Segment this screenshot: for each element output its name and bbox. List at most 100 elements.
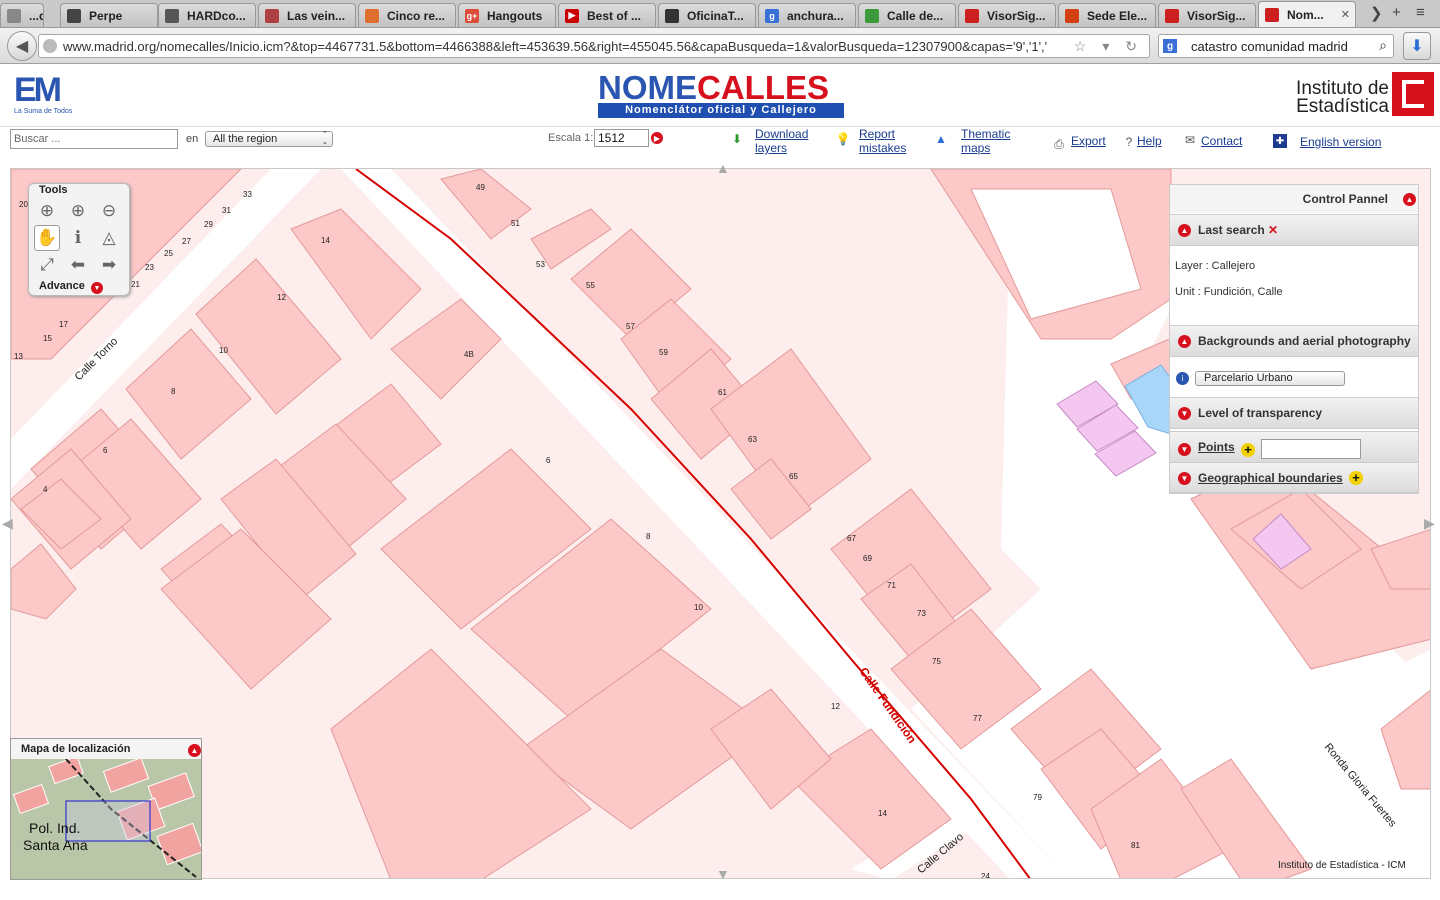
download-line1: Download xyxy=(755,127,809,141)
browser-tab[interactable]: VisorSig... xyxy=(958,3,1056,27)
advance-toggle-icon[interactable]: ▼ xyxy=(91,282,103,294)
region-select[interactable]: All the region xyxy=(205,131,333,147)
svg-text:6: 6 xyxy=(103,446,108,455)
lightbulb-icon: 💡 xyxy=(835,132,851,146)
last-search-header[interactable]: Last search ✕ xyxy=(1170,214,1418,246)
thematic-maps-link[interactable]: Thematic maps xyxy=(961,127,1010,155)
browser-search-box[interactable]: g catastro comunidad madrid ⌕ xyxy=(1158,34,1394,58)
tab-favicon-icon xyxy=(165,8,179,23)
svg-text:59: 59 xyxy=(659,348,668,357)
comunidad-madrid-logo[interactable]: EM La Suma de Todos xyxy=(14,73,80,119)
add-boundaries-icon[interactable]: + xyxy=(1349,471,1363,485)
boundaries-header[interactable]: Geographical boundaries xyxy=(1170,462,1418,493)
browser-tab[interactable]: OficinaT... xyxy=(658,3,756,27)
contact-link[interactable]: Contact xyxy=(1201,134,1242,148)
backgrounds-toggle-icon[interactable]: ▲ xyxy=(1178,335,1191,348)
zoom-box-icon[interactable]: ⊕ xyxy=(34,198,60,224)
new-tab-icon[interactable]: + xyxy=(1392,4,1401,21)
last-search-toggle-icon[interactable]: ▲ xyxy=(1178,224,1191,237)
svg-text:27: 27 xyxy=(182,237,191,246)
svg-text:53: 53 xyxy=(536,260,545,269)
transparency-header[interactable]: Level of transparency xyxy=(1170,397,1418,429)
madrid-flag-icon xyxy=(1392,72,1434,116)
zoom-in-icon[interactable]: ⊕ xyxy=(65,198,91,224)
zoom-out-icon[interactable]: ⊖ xyxy=(96,198,122,224)
svg-text:69: 69 xyxy=(863,554,872,563)
boundaries-toggle-icon[interactable]: ▼ xyxy=(1178,472,1191,485)
tab-label: ...d... xyxy=(29,8,43,23)
svg-text:63: 63 xyxy=(748,435,757,444)
download-arrow-icon[interactable]: ⬇ xyxy=(1403,32,1431,60)
instituto-estadistica-logo[interactable]: Instituto de Estadística xyxy=(1290,72,1435,118)
en-label: en xyxy=(186,133,199,145)
svg-text:75: 75 xyxy=(932,657,941,666)
locator-toggle-icon[interactable]: ▲ xyxy=(188,744,201,757)
pan-right-arrow-icon[interactable]: ▶ xyxy=(1424,515,1435,532)
add-points-icon[interactable]: + xyxy=(1241,443,1255,457)
browser-tab[interactable]: Nom... ✕ xyxy=(1258,1,1356,27)
browser-tab[interactable]: ▶ Best of ... xyxy=(558,3,656,27)
close-tab-icon[interactable]: ✕ xyxy=(1341,8,1350,21)
transparency-toggle-icon[interactable]: ▼ xyxy=(1178,407,1191,420)
help-link[interactable]: Help xyxy=(1137,134,1162,148)
browser-tab[interactable]: g+ Hangouts xyxy=(458,3,556,27)
report-mistakes-link[interactable]: Report mistakes xyxy=(859,127,906,155)
tab-label: Calle de... xyxy=(887,8,944,23)
bookmark-star-icon[interactable]: ☆ ▾ ↻ xyxy=(1074,38,1143,55)
browser-tab[interactable]: Perpe xyxy=(60,3,158,27)
download-layers-link[interactable]: Download layers xyxy=(755,127,808,155)
tab-favicon-icon xyxy=(67,8,81,23)
browser-tab[interactable]: Calle de... xyxy=(858,3,956,27)
tab-label: OficinaT... xyxy=(687,8,744,23)
pan-down-arrow-icon[interactable]: ▼ xyxy=(716,866,730,882)
pan-left-arrow-icon[interactable]: ◀ xyxy=(2,515,13,532)
points-toggle-icon[interactable]: ▼ xyxy=(1178,443,1191,456)
thematic-line1: Thematic xyxy=(961,127,1011,141)
background-select[interactable]: Parcelario Urbano xyxy=(1195,371,1345,386)
full-extent-icon[interactable]: ⤢ xyxy=(34,252,60,278)
points-input[interactable] xyxy=(1261,439,1361,459)
export-link[interactable]: Export xyxy=(1071,134,1106,148)
left-logo-text: EM xyxy=(14,71,62,109)
back-button[interactable]: ◀ xyxy=(7,31,37,61)
tab-favicon-icon xyxy=(1065,8,1079,23)
tab-favicon-icon: g xyxy=(765,8,779,23)
collapse-panel-icon[interactable]: ▲ xyxy=(1403,193,1416,206)
tab-favicon-icon xyxy=(1265,7,1279,22)
clear-search-icon[interactable]: ✕ xyxy=(1268,223,1278,237)
svg-text:65: 65 xyxy=(789,472,798,481)
svg-text:67: 67 xyxy=(847,534,856,543)
search-icon[interactable]: ⌕ xyxy=(1379,37,1387,54)
nomecalles-logo[interactable]: NOMECALLES Nomenclátor oficial y Calleje… xyxy=(598,71,844,123)
advance-label[interactable]: Advance xyxy=(39,280,85,292)
scale-go-button[interactable]: ▶ xyxy=(651,132,663,144)
svg-text:55: 55 xyxy=(586,281,595,290)
tab-menu-icon[interactable]: ≡ xyxy=(1416,4,1425,21)
measure-icon[interactable]: ◬ xyxy=(96,225,122,251)
browser-tab[interactable]: Cinco re... xyxy=(358,3,456,27)
locator-map[interactable]: Mapa de localización ▲ Pol. Ind. Santa A… xyxy=(10,738,202,880)
info-icon[interactable]: ℹ xyxy=(65,225,91,251)
address-bar[interactable]: www.madrid.org/nomecalles/Inicio.icm?&to… xyxy=(38,34,1150,58)
browser-tab[interactable]: HARDco... xyxy=(158,3,256,27)
svg-text:25: 25 xyxy=(164,249,173,258)
browser-tab[interactable]: VisorSig... xyxy=(1158,3,1256,27)
pan-up-arrow-icon[interactable]: ▲ xyxy=(716,160,730,176)
control-panel: Control Pannel ▲ Last search ✕ ▲ Layer :… xyxy=(1169,184,1419,494)
tab-scroll-icon[interactable]: ❯ xyxy=(1370,4,1383,22)
browser-tab[interactable]: Sede Ele... xyxy=(1058,3,1156,27)
boundaries-label: Geographical boundaries xyxy=(1198,471,1343,485)
locator-svg: Pol. Ind. Santa Ana xyxy=(11,759,201,879)
scale-input[interactable]: 1512 xyxy=(594,129,649,147)
previous-view-icon[interactable]: ⬅ xyxy=(65,252,91,278)
search-input[interactable]: Buscar ... xyxy=(10,129,178,149)
download-line2: layers xyxy=(755,141,788,155)
browser-tab[interactable]: ...d... xyxy=(0,3,44,27)
browser-tab[interactable]: Las vein... xyxy=(258,3,356,27)
browser-tab[interactable]: g anchura... xyxy=(758,3,856,27)
next-view-icon[interactable]: ➡ xyxy=(96,252,122,278)
english-version-link[interactable]: English version xyxy=(1300,135,1381,149)
control-panel-title: Control Pannel xyxy=(1170,185,1418,213)
pan-hand-icon[interactable]: ✋ xyxy=(34,225,60,251)
backgrounds-header[interactable]: Backgrounds and aerial photography xyxy=(1170,325,1418,357)
